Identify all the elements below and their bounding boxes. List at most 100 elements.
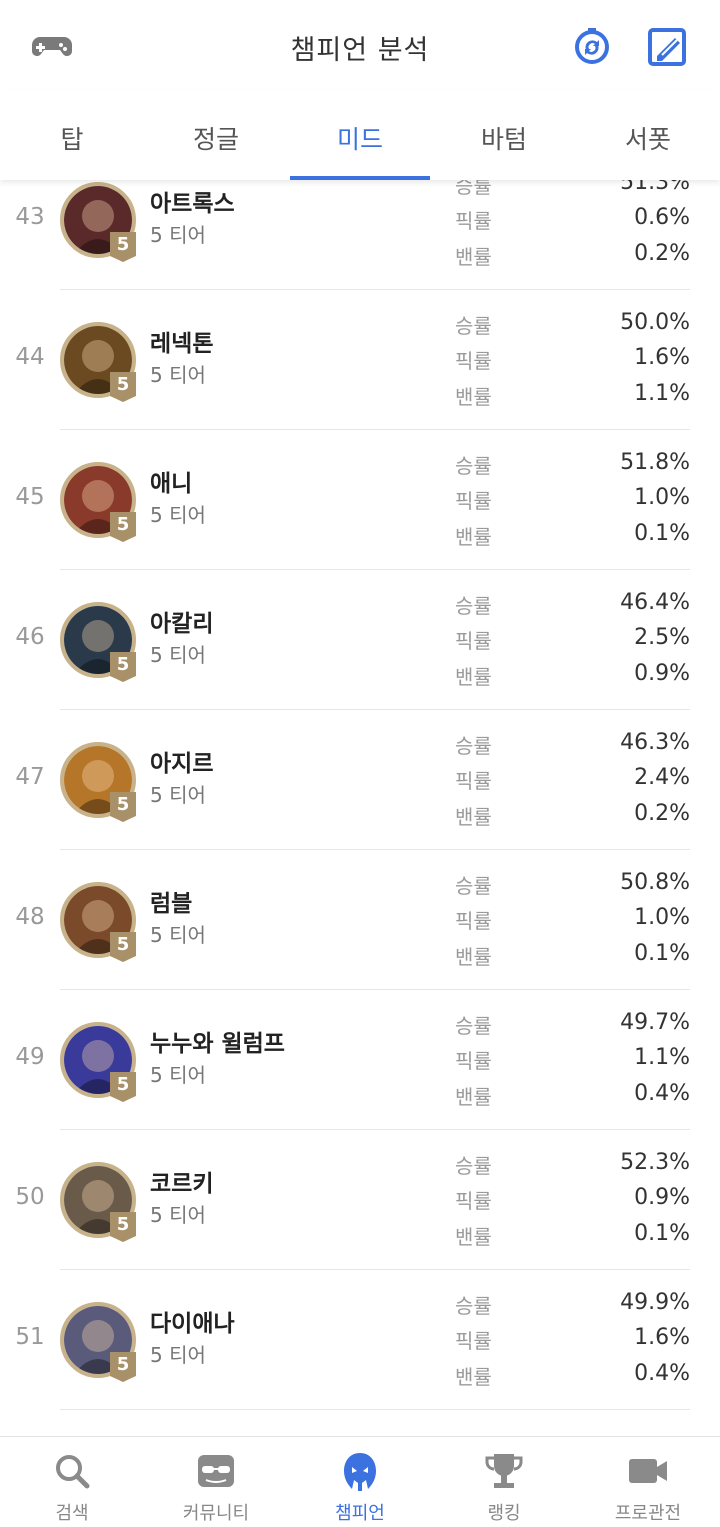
tab-jungle[interactable]: 정글 <box>144 90 288 180</box>
champion-list: 43 5 아트록스 5 티어 승률 픽률 밴률 51.3% 0.6% 0.2% 44 5 레넥톤 5 티어… <box>0 180 720 1436</box>
rank-number: 47 <box>15 764 45 790</box>
champion-row[interactable]: 44 5 레넥톤 5 티어 승률 픽률 밴률 50.0% 1.6% 1.1% <box>0 290 720 430</box>
tier-badge: 5 <box>110 512 136 542</box>
win-rate-label: 승률 <box>455 1014 492 1038</box>
champion-tier: 5 티어 <box>150 1343 206 1367</box>
pick-rate-label: 픽률 <box>455 769 492 793</box>
pick-rate-value: 0.9% <box>634 1185 690 1210</box>
champion-row[interactable]: 47 5 아지르 5 티어 승률 픽률 밴률 46.3% 2.4% 0.2% <box>0 710 720 850</box>
win-rate-label: 승률 <box>455 180 492 198</box>
tab-mid[interactable]: 미드 <box>288 90 432 180</box>
tier-badge: 5 <box>110 1072 136 1102</box>
ban-rate-label: 밴률 <box>455 245 492 269</box>
pick-rate-label: 픽률 <box>455 909 492 933</box>
ban-rate-value: 0.4% <box>634 1081 690 1106</box>
ban-rate-value: 0.1% <box>634 941 690 966</box>
ban-rate-label: 밴률 <box>455 945 492 969</box>
bottom-navigation: 검색 커뮤니티 챔피언 랭킹 프로관전 <box>0 1436 720 1527</box>
pick-rate-label: 픽률 <box>455 209 492 233</box>
win-rate-label: 승률 <box>455 1294 492 1318</box>
champion-name: 코르키 <box>150 1171 214 1197</box>
champion-tier: 5 티어 <box>150 783 206 807</box>
ban-rate-label: 밴률 <box>455 1085 492 1109</box>
nav-search[interactable]: 검색 <box>0 1437 144 1527</box>
pick-rate-value: 1.6% <box>634 345 690 370</box>
pick-rate-label: 픽률 <box>455 1329 492 1353</box>
video-camera-icon <box>626 1449 670 1493</box>
win-rate-label: 승률 <box>455 314 492 338</box>
tab-top[interactable]: 탑 <box>0 90 144 180</box>
champion-row[interactable]: 46 5 아칼리 5 티어 승률 픽률 밴률 46.4% 2.5% 0.9% <box>0 570 720 710</box>
pick-rate-label: 픽률 <box>455 1189 492 1213</box>
champion-name: 누누와 윌럼프 <box>150 1031 285 1057</box>
pick-rate-label: 픽률 <box>455 489 492 513</box>
trophy-icon <box>482 1449 526 1493</box>
position-tabs: 탑 정글 미드 바텀 서폿 <box>0 90 720 180</box>
champion-row[interactable]: 50 5 코르키 5 티어 승률 픽률 밴률 52.3% 0.9% 0.1% <box>0 1130 720 1270</box>
ban-rate-label: 밴률 <box>455 385 492 409</box>
nav-label: 검색 <box>55 1503 89 1524</box>
champion-name: 아트록스 <box>150 191 235 217</box>
champion-tier: 5 티어 <box>150 643 206 667</box>
tier-badge: 5 <box>110 1212 136 1242</box>
rank-number: 44 <box>15 344 45 370</box>
ban-rate-value: 0.4% <box>634 1361 690 1386</box>
rank-number: 48 <box>15 904 45 930</box>
champion-tier: 5 티어 <box>150 1063 206 1087</box>
nav-ranking[interactable]: 랭킹 <box>432 1437 576 1527</box>
refresh-icon[interactable] <box>570 24 614 68</box>
nav-champion[interactable]: 챔피언 <box>288 1437 432 1527</box>
champion-name: 애니 <box>150 471 193 497</box>
pick-rate-value: 2.4% <box>634 765 690 790</box>
ban-rate-value: 0.2% <box>634 801 690 826</box>
tier-badge: 5 <box>110 652 136 682</box>
rank-number: 43 <box>15 204 45 230</box>
app-header: 챔피언 분석 <box>0 0 720 90</box>
pick-rate-label: 픽률 <box>455 1049 492 1073</box>
pick-rate-value: 1.1% <box>634 1045 690 1070</box>
win-rate-label: 승률 <box>455 874 492 898</box>
rank-number: 46 <box>15 624 45 650</box>
pick-rate-value: 1.0% <box>634 905 690 930</box>
search-icon <box>50 1449 94 1493</box>
tier-badge: 5 <box>110 372 136 402</box>
tier-badge: 5 <box>110 1352 136 1382</box>
champion-name: 다이애나 <box>150 1311 235 1337</box>
champion-row[interactable]: 43 5 아트록스 5 티어 승률 픽률 밴률 51.3% 0.6% 0.2% <box>0 180 720 290</box>
nav-label: 프로관전 <box>614 1503 682 1524</box>
pick-rate-value: 0.6% <box>634 205 690 230</box>
ban-rate-label: 밴률 <box>455 1365 492 1389</box>
tab-support[interactable]: 서폿 <box>576 90 720 180</box>
ban-rate-label: 밴률 <box>455 525 492 549</box>
win-rate-value: 49.9% <box>620 1290 690 1315</box>
champion-tier: 5 티어 <box>150 363 206 387</box>
tier-badge: 5 <box>110 232 136 262</box>
champion-row[interactable]: 51 5 다이애나 5 티어 승률 픽률 밴률 49.9% 1.6% 0.4% <box>0 1270 720 1410</box>
ban-rate-value: 0.2% <box>634 241 690 266</box>
champion-tier: 5 티어 <box>150 1203 206 1227</box>
ban-rate-value: 1.1% <box>634 381 690 406</box>
champion-name: 아지르 <box>150 751 214 777</box>
pick-rate-value: 1.0% <box>634 485 690 510</box>
champion-row[interactable]: 48 5 럼블 5 티어 승률 픽률 밴률 50.8% 1.0% 0.1% <box>0 850 720 990</box>
edit-icon[interactable] <box>645 24 689 68</box>
win-rate-label: 승률 <box>455 734 492 758</box>
champion-name: 레넥톤 <box>150 331 214 357</box>
win-rate-value: 52.3% <box>620 1150 690 1175</box>
pick-rate-value: 2.5% <box>634 625 690 650</box>
nav-community[interactable]: 커뮤니티 <box>144 1437 288 1527</box>
champion-name: 럼블 <box>150 891 193 917</box>
pick-rate-label: 픽률 <box>455 629 492 653</box>
nav-label: 랭킹 <box>487 1503 521 1524</box>
ban-rate-value: 0.1% <box>634 1221 690 1246</box>
ban-rate-label: 밴률 <box>455 1225 492 1249</box>
tab-bottom[interactable]: 바텀 <box>432 90 576 180</box>
pick-rate-value: 1.6% <box>634 1325 690 1350</box>
champion-row[interactable]: 45 5 애니 5 티어 승률 픽률 밴률 51.8% 1.0% 0.1% <box>0 430 720 570</box>
tier-badge: 5 <box>110 932 136 962</box>
ban-rate-label: 밴률 <box>455 805 492 829</box>
nav-pro-spectate[interactable]: 프로관전 <box>576 1437 720 1527</box>
win-rate-label: 승률 <box>455 454 492 478</box>
tier-badge: 5 <box>110 792 136 822</box>
champion-row[interactable]: 49 5 누누와 윌럼프 5 티어 승률 픽률 밴률 49.7% 1.1% 0.4% <box>0 990 720 1130</box>
